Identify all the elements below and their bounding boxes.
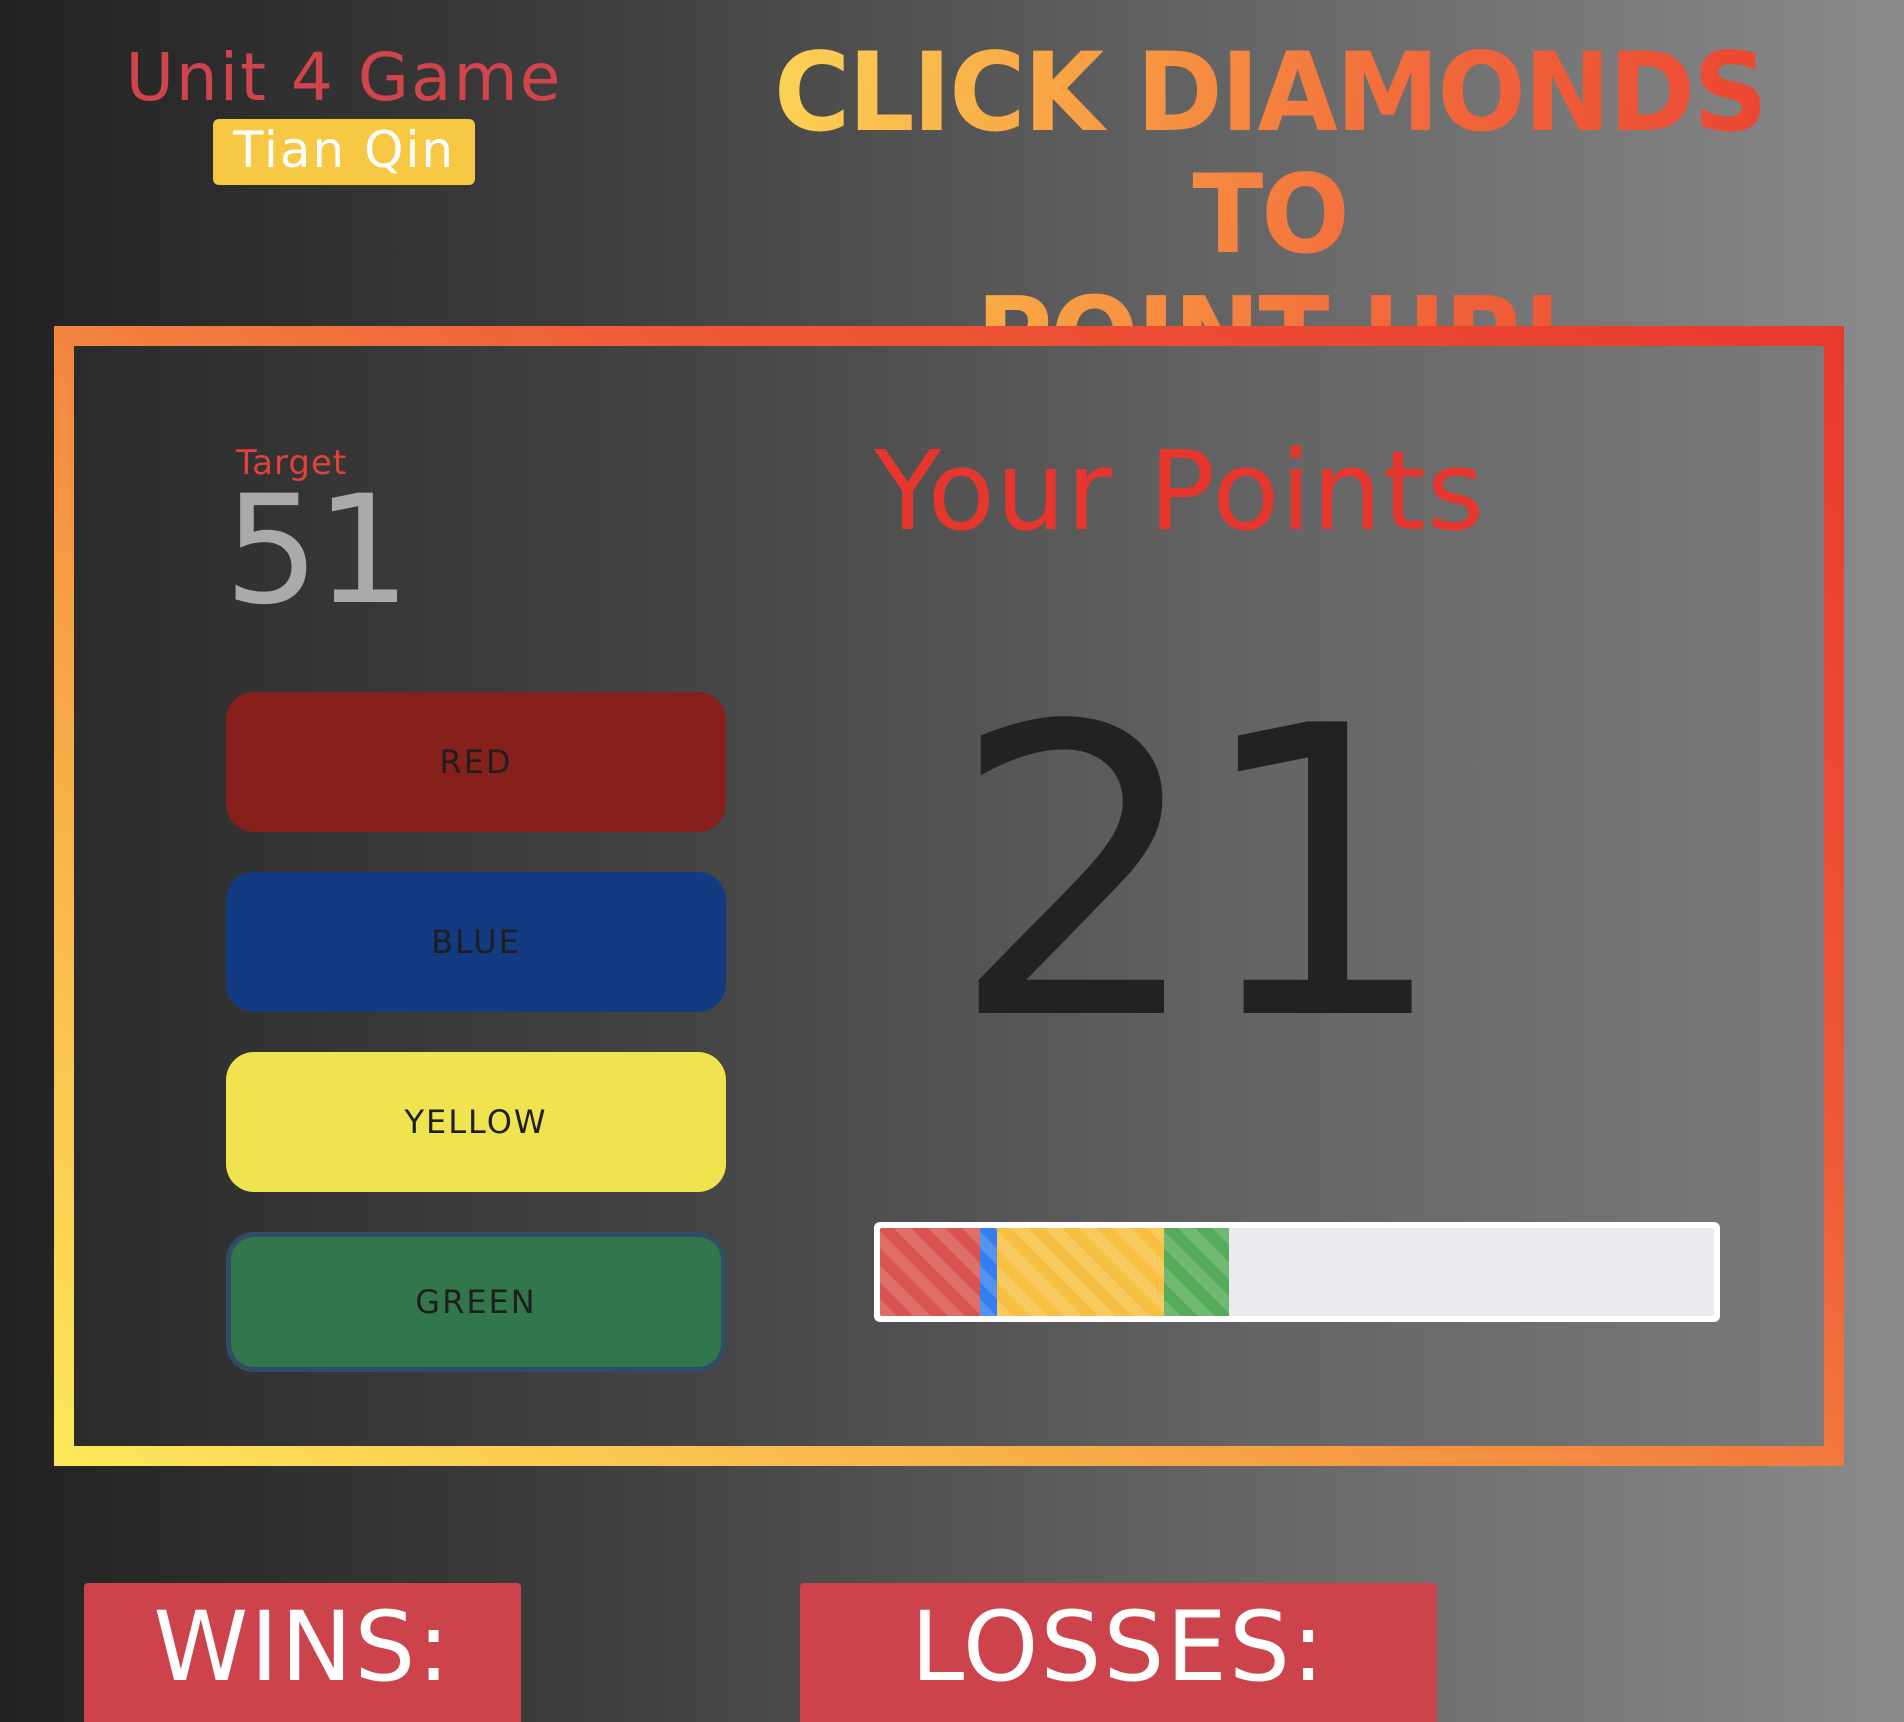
target-value: 51: [224, 464, 411, 638]
progress-segment-red: [880, 1228, 981, 1316]
progress-segment-yellow: [996, 1228, 1164, 1316]
points-value: 21: [949, 643, 1449, 1108]
title-block: Unit 4 Game Tian Qin: [100, 45, 588, 185]
headline-line-1: CLICK DIAMONDS TO: [773, 28, 1767, 279]
author-badge: Tian Qin: [212, 119, 476, 185]
game-frame: Target 51 RED BLUE YELLOW GREEN Your Poi…: [54, 326, 1844, 1466]
red-gem-button[interactable]: RED: [226, 692, 726, 832]
app-title: Unit 4 Game: [125, 39, 563, 116]
blue-gem-button[interactable]: BLUE: [226, 872, 726, 1012]
points-progress-bar: [874, 1222, 1720, 1322]
yellow-gem-button[interactable]: YELLOW: [226, 1052, 726, 1192]
progress-segment-green: [1163, 1228, 1229, 1316]
game-panel: Target 51 RED BLUE YELLOW GREEN Your Poi…: [74, 346, 1824, 1446]
losses-counter: LOSSES:: [800, 1583, 1437, 1722]
wins-counter: WINS:: [84, 1583, 521, 1722]
points-label: Your Points: [874, 427, 1486, 555]
progress-track: [880, 1228, 1714, 1316]
progress-segment-blue: [980, 1228, 997, 1316]
green-gem-button[interactable]: GREEN: [226, 1232, 726, 1372]
